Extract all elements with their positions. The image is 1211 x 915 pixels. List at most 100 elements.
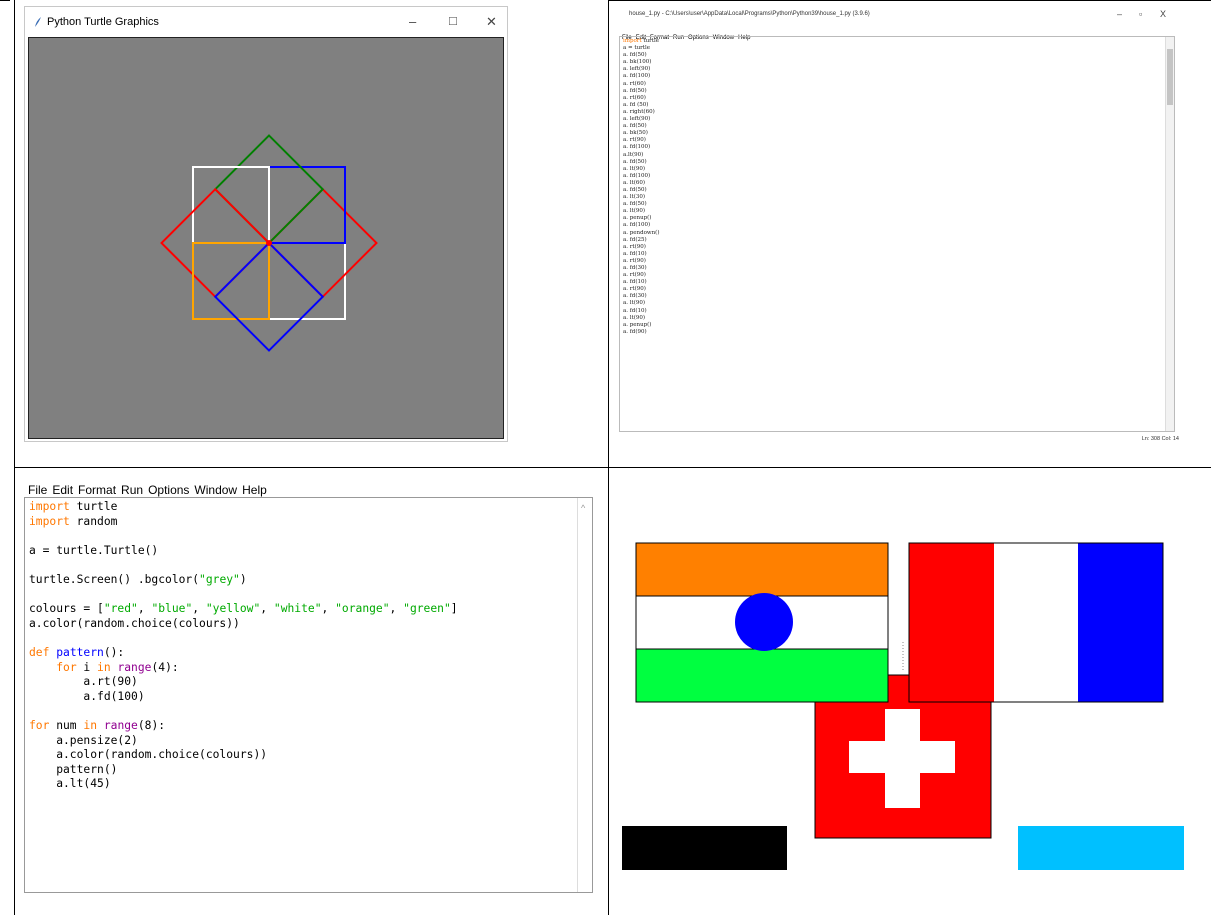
code-line: a. left(90) [623, 66, 651, 73]
turtle-cursor [266, 240, 272, 246]
minimize-button[interactable]: – [409, 14, 416, 29]
code-line: for num in range(8): [29, 718, 166, 732]
code-line: a. fd(10) [623, 250, 647, 257]
code-line: a. fd(50) [623, 87, 647, 94]
code-line: import turtle [29, 500, 118, 513]
code-line: a. rt(60) [623, 80, 646, 87]
flags-drawing [622, 542, 1184, 870]
code-line: a. right(60) [623, 108, 655, 115]
flags-turtle-output [622, 482, 1184, 870]
code-line: a. rt(90) [623, 243, 646, 250]
menu-help[interactable]: Help [242, 483, 267, 497]
code-line: a. pendown() [623, 229, 660, 236]
code-line: a. lt(60) [623, 179, 646, 186]
turtle-graphics-window: Python Turtle Graphics – □ ✕ [24, 6, 508, 442]
code-line: a. fd(50) [623, 123, 647, 130]
code-line: a. fd(100) [623, 222, 651, 229]
swiss-cross-vertical [885, 709, 920, 808]
code-line: a. fd(50) [623, 186, 647, 193]
code-line: a.lt(90) [623, 151, 644, 158]
code-line: a.color(random.choice(colours)) [29, 748, 268, 762]
code-line: a.pensize(2) [29, 733, 138, 747]
code-lines: import turtle import random a = turtle.Tur… [29, 500, 592, 792]
menu-bar: File Edit Format Run Options Window Help [28, 481, 272, 497]
close-button[interactable]: ✕ [486, 14, 497, 30]
status-bar-position: Ln: 308 Col: 14 [1141, 436, 1179, 442]
code-line: pattern() [29, 762, 118, 776]
menu-options[interactable]: Options [148, 483, 189, 497]
code-line: a. rt(90) [623, 286, 646, 293]
code-line: a. fd (50) [623, 101, 649, 108]
turtle-drawing [160, 134, 378, 352]
maximize-button[interactable]: □ [449, 13, 457, 28]
code-line: a. fd(90) [623, 328, 647, 335]
grid-line-horizontal [14, 467, 1211, 468]
menu-window[interactable]: Window [194, 483, 237, 497]
code-line: import turtle [623, 38, 660, 44]
feather-icon [35, 17, 41, 27]
code-line: a. rt(90) [623, 137, 646, 144]
code-line: a. fd(50) [623, 158, 647, 165]
menu-run[interactable]: Run [121, 483, 143, 497]
code-line: a.color(random.choice(colours)) [29, 616, 240, 630]
scrollbar-thumb[interactable] [1167, 49, 1173, 105]
code-editor[interactable]: import turtle a = turtle a. fd(50) a. bk(10… [619, 36, 1175, 432]
code-line: a. lt(30) [623, 194, 646, 201]
turtle-canvas [28, 37, 504, 439]
turtle-title-bar: Python Turtle Graphics – □ ✕ [25, 7, 507, 37]
code-line: a = turtle.Turtle() [29, 543, 159, 557]
code-line: a. fd(100) [623, 172, 651, 179]
code-editor[interactable]: import turtle import random a = turtle.Tur… [24, 497, 593, 893]
turtle-window-title: Python Turtle Graphics [47, 16, 159, 28]
france-flag-red-band [909, 543, 994, 702]
code-line: a.fd(100) [29, 689, 145, 703]
maximize-button[interactable]: ▫ [1139, 9, 1142, 19]
india-flag-saffron-band [635, 542, 889, 597]
code-line: a. penup() [623, 215, 652, 222]
grid-line-top-left-tick [0, 0, 10, 1]
india-flag-chakra [735, 593, 793, 651]
sky-blue-flag-band [1018, 826, 1184, 870]
vertical-scrollbar[interactable] [1165, 37, 1174, 431]
minimize-button[interactable]: – [1117, 9, 1122, 19]
code-line: a. fd(100) [623, 144, 651, 151]
menu-bar: File Edit Format Run Options Window Help [619, 26, 754, 41]
code-line: a. lt(90) [623, 314, 646, 321]
india-flag-green-band [635, 648, 889, 703]
code-line: a. left(90) [623, 116, 651, 123]
code-line: a. fd(100) [623, 73, 651, 80]
code-line: a.lt(45) [29, 777, 111, 791]
idle-title-bar: house_1.py - C:\Users\user\AppData\Local… [619, 6, 1185, 26]
grid-line-top [608, 0, 1211, 1]
code-line: a = turtle [623, 45, 650, 52]
idle-window-title: house_1.py - C:\Users\user\AppData\Local… [629, 11, 870, 17]
black-flag-band [622, 826, 787, 870]
close-button[interactable]: X [1160, 9, 1166, 19]
code-line: a. rt(90) [623, 257, 646, 264]
code-line: colours = ["red", "blue", "yellow", "whi… [29, 602, 458, 616]
code-line: a. fd(10) [623, 307, 647, 314]
code-line: turtle.Screen() .bgcolor("grey") [29, 572, 247, 586]
code-line: a. bk(100) [623, 59, 652, 66]
vertical-scrollbar[interactable]: ^ [577, 498, 592, 892]
menu-file[interactable]: File [28, 483, 47, 497]
code-line: a. fd(30) [623, 265, 647, 271]
code-line: import random [29, 514, 118, 528]
code-line: a. fd(30) [623, 293, 647, 300]
menu-format[interactable]: Format [78, 483, 116, 497]
code-line: a. lt(90) [623, 165, 646, 172]
scroll-up-arrow-icon[interactable]: ^ [581, 503, 585, 513]
code-lines: import turtle a = turtle a. fd(50) a. bk(10… [623, 38, 1174, 336]
idle-editor-window-pattern: File Edit Format Run Options Window Help impor… [24, 478, 595, 893]
grid-line-left [14, 0, 15, 915]
code-line: def pattern(): [29, 645, 125, 659]
code-line: a. lt(90) [623, 208, 646, 215]
code-line: a. rt(90) [623, 272, 646, 279]
code-line: a. fd(50) [623, 201, 647, 208]
code-line: a. lt(90) [623, 300, 646, 307]
menu-edit[interactable]: Edit [52, 483, 73, 497]
